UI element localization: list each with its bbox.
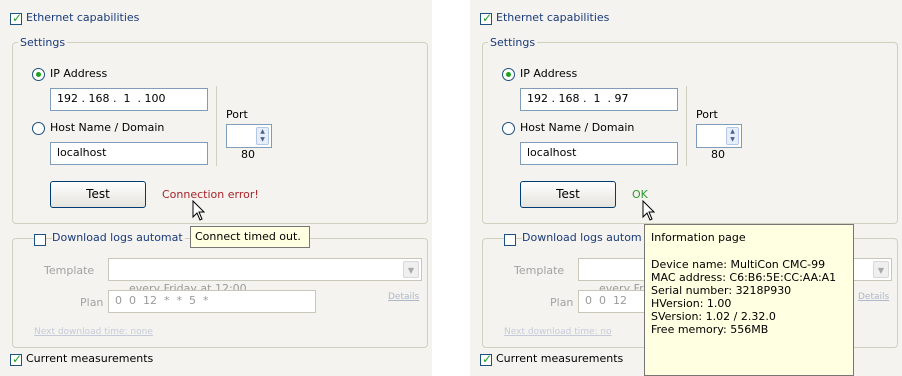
download-logs-checkbox[interactable]: ✓ — [34, 234, 46, 246]
plan-input[interactable]: 0 0 12 * * 5 * — [108, 290, 316, 313]
tooltip-line-device-name: Device name: MultiCon CMC-99 — [651, 258, 826, 271]
ethernet-label: Ethernet capabilities — [496, 11, 610, 24]
download-logs-label: Download logs autom — [522, 231, 644, 244]
dropdown-arrow-icon[interactable]: ▼ — [873, 261, 889, 278]
checkmark-icon: ✓ — [12, 352, 23, 366]
tooltip-title: Information page — [651, 231, 746, 244]
tooltip-line-hversion: HVersion: 1.00 — [651, 297, 732, 310]
checkmark-icon: ✓ — [482, 11, 493, 25]
host-name-label: Host Name / Domain — [50, 121, 165, 134]
ethernet-label: Ethernet capabilities — [26, 11, 140, 24]
port-label: Port — [226, 108, 248, 121]
divider — [686, 86, 687, 166]
current-measurements-label: Current measurements — [496, 352, 624, 365]
next-download-text: Next download time: no — [504, 327, 612, 337]
details-link[interactable]: Details — [858, 292, 889, 302]
plan-label: Plan — [550, 296, 574, 309]
tooltip-information-page: Information page Device name: MultiCon C… — [644, 224, 854, 376]
port-label: Port — [696, 108, 718, 121]
template-select[interactable]: every Friday at 12:00 ▼ — [108, 258, 422, 295]
current-measurements-checkbox[interactable]: ✓ — [10, 352, 23, 366]
host-name-radio[interactable] — [32, 122, 45, 135]
panel-connection-ok: ✓ Ethernet capabilities Settings IP Addr… — [470, 0, 902, 376]
port-stepper[interactable]: 80 ▲ ▼ — [696, 124, 742, 161]
current-measurements-label: Current measurements — [26, 352, 154, 365]
tooltip-line-serial-number: Serial number: 3218P930 — [651, 284, 792, 297]
ip-address-input[interactable]: 192 . 168 . 1 . 100 — [50, 88, 208, 111]
test-button[interactable]: Test — [50, 181, 146, 208]
tooltip-connect-timed-out: Connect timed out. — [190, 226, 310, 248]
status-text: Connection error! — [162, 188, 259, 201]
spin-arrows-icon[interactable]: ▲ ▼ — [726, 127, 739, 145]
ip-address-radio[interactable] — [502, 68, 515, 81]
mouse-pointer-icon — [642, 200, 656, 221]
details-link[interactable]: Details — [388, 292, 419, 302]
current-measurements-checkbox[interactable]: ✓ — [480, 352, 493, 366]
plan-label: Plan — [80, 296, 104, 309]
tooltip-title: Connect timed out. — [195, 230, 301, 243]
checkmark-icon: ✓ — [12, 11, 23, 25]
panel-connection-error: ✓ Ethernet capabilities Settings IP Addr… — [0, 0, 432, 376]
dropdown-arrow-icon[interactable]: ▼ — [403, 261, 419, 278]
ip-address-radio[interactable] — [32, 68, 45, 81]
radio-selected-icon — [506, 72, 511, 77]
settings-label: Settings — [488, 36, 538, 49]
host-name-radio[interactable] — [502, 122, 515, 135]
template-label: Template — [44, 264, 95, 277]
checkmark-icon: ✓ — [482, 352, 493, 366]
ethernet-checkbox[interactable]: ✓ — [480, 11, 493, 25]
host-name-input[interactable]: localhost — [50, 142, 208, 165]
ip-address-label: IP Address — [50, 67, 108, 80]
mouse-pointer-icon — [192, 200, 206, 221]
ip-address-input[interactable]: 192 . 168 . 1 . 97 — [520, 88, 678, 111]
next-download-text: Next download time: none — [34, 327, 153, 337]
settings-label: Settings — [18, 36, 68, 49]
ip-address-label: IP Address — [520, 67, 578, 80]
test-button[interactable]: Test — [520, 181, 616, 208]
template-label: Template — [514, 264, 565, 277]
divider — [216, 86, 217, 166]
tooltip-line-free-memory: Free memory: 556MB — [651, 323, 769, 336]
tooltip-line-mac-address: MAC address: C6:B6:5E:CC:AA:A1 — [651, 271, 837, 284]
port-value: 80 — [241, 148, 255, 161]
host-name-input[interactable]: localhost — [520, 142, 678, 165]
spin-arrows-icon[interactable]: ▲ ▼ — [256, 127, 269, 145]
ethernet-checkbox[interactable]: ✓ — [10, 11, 23, 25]
tooltip-line-sversion: SVersion: 1.02 / 2.32.0 — [651, 310, 776, 323]
port-stepper[interactable]: 80 ▲ ▼ — [226, 124, 272, 161]
host-name-label: Host Name / Domain — [520, 121, 635, 134]
radio-selected-icon — [36, 72, 41, 77]
download-logs-label: Download logs automat — [52, 231, 185, 244]
port-value: 80 — [711, 148, 725, 161]
download-logs-checkbox[interactable]: ✓ — [504, 234, 516, 246]
